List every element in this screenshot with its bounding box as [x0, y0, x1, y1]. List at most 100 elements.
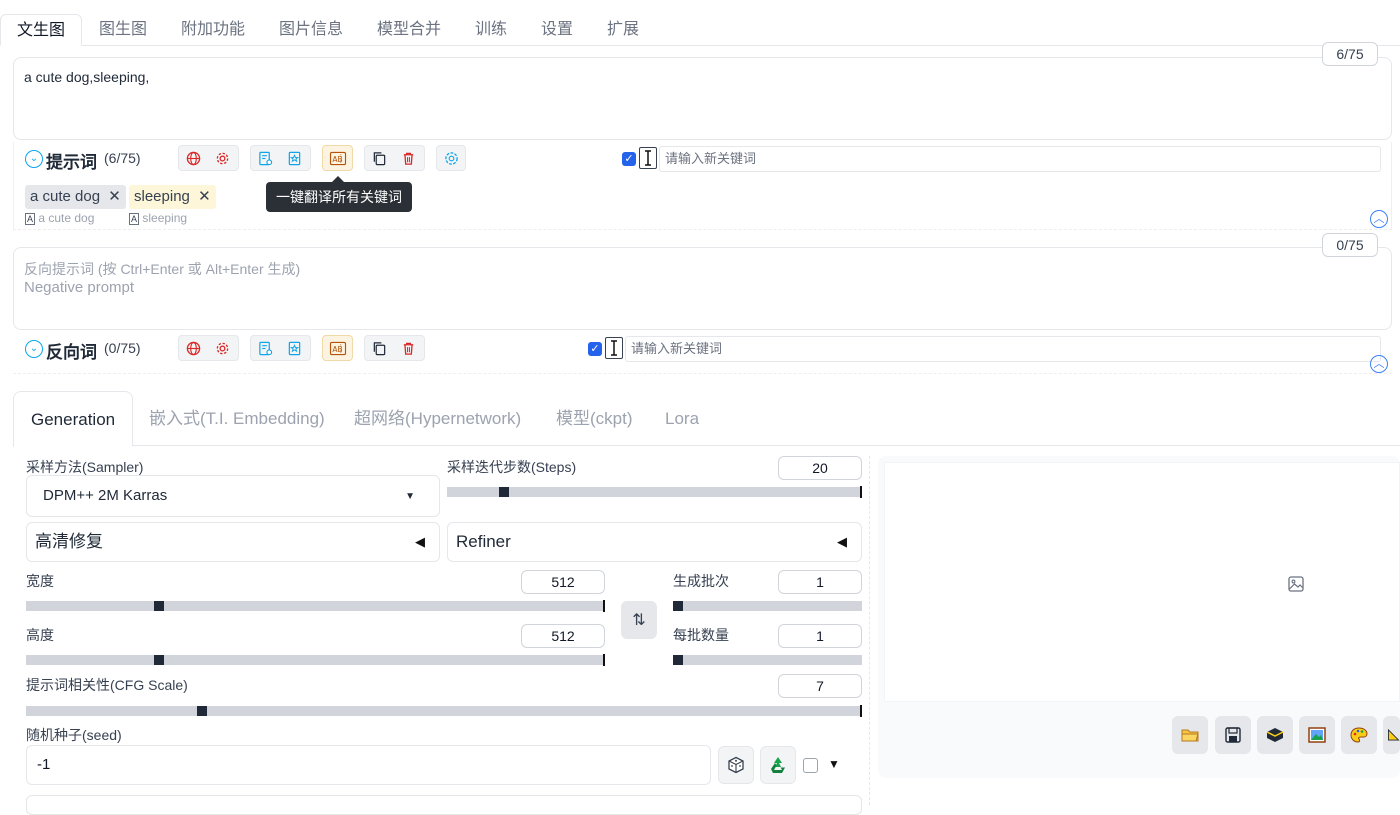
hires-fix-accordion[interactable]: 高清修复 ◀	[26, 522, 440, 562]
open-folder-button[interactable]	[1172, 716, 1208, 754]
chevron-up-icon[interactable]: ︿	[1370, 355, 1388, 373]
history-icon[interactable]	[251, 336, 280, 360]
random-seed-button[interactable]	[718, 746, 754, 784]
steps-input[interactable]: 20	[778, 456, 862, 480]
batch-size-slider-thumb[interactable]	[673, 655, 683, 665]
batch-count-slider-thumb[interactable]	[673, 601, 683, 611]
steps-slider-track[interactable]	[447, 487, 861, 497]
width-slider-track[interactable]	[26, 601, 604, 611]
translate-group	[178, 145, 239, 171]
prompt-text: a cute dog,sleeping,	[24, 69, 150, 85]
trash-icon[interactable]	[394, 146, 423, 170]
bookmark-icon[interactable]	[280, 336, 309, 360]
prompt-textarea[interactable]: a cute dog,sleeping,	[13, 57, 1392, 140]
main-tabbar: 文生图 图生图 附加功能 图片信息 模型合并 训练 设置 扩展	[0, 0, 1400, 46]
translate-icon[interactable]: AB	[322, 145, 353, 171]
tab-settings[interactable]: 设置	[525, 14, 589, 46]
batch-size-input[interactable]: 1	[778, 624, 862, 648]
triangle-left-icon: ◀	[415, 534, 425, 549]
tab-extras[interactable]: 附加功能	[165, 14, 261, 46]
text-cursor-icon[interactable]	[639, 147, 657, 169]
width-slider-thumb[interactable]	[154, 601, 164, 611]
openai-icon[interactable]	[436, 145, 466, 171]
copy-delete-group	[364, 145, 425, 171]
steps-label: 采样迭代步数(Steps)	[447, 459, 577, 475]
width-input[interactable]: 512	[521, 570, 605, 594]
close-icon[interactable]: ✕	[108, 188, 121, 205]
batch-count-input[interactable]: 1	[778, 570, 862, 594]
swap-dimensions-button[interactable]: ⇅	[621, 601, 657, 639]
tab-embedding[interactable]: 嵌入式(T.I. Embedding)	[132, 391, 342, 446]
copy-icon[interactable]	[365, 336, 394, 360]
close-icon[interactable]: ✕	[198, 188, 211, 205]
tooltip: 一键翻译所有关键词	[266, 176, 412, 212]
cfg-input[interactable]: 7	[778, 674, 862, 698]
tab-lora[interactable]: Lora	[648, 391, 716, 446]
negative-placeholder: Negative prompt	[24, 279, 135, 296]
tab-train[interactable]: 训练	[459, 14, 523, 46]
copy-icon[interactable]	[365, 146, 394, 170]
generation-tabbar: Generation 嵌入式(T.I. Embedding) 超网络(Hyper…	[13, 391, 1400, 447]
history-group	[250, 145, 311, 171]
trash-icon[interactable]	[394, 336, 423, 360]
extra-seed-checkbox[interactable]	[803, 758, 818, 773]
keyword-tag[interactable]: a cute dog ✕	[25, 185, 126, 209]
prompt-count: (6/75)	[104, 150, 141, 166]
gear-icon[interactable]	[208, 336, 237, 360]
cfg-label: 提示词相关性(CFG Scale)	[26, 677, 188, 693]
history-icon[interactable]	[251, 146, 280, 170]
collapse-prompt-icon[interactable]: ⌄	[25, 150, 43, 168]
send-to-img2img-button[interactable]	[1299, 716, 1335, 754]
save-button[interactable]	[1215, 716, 1251, 754]
package-icon	[1266, 728, 1284, 742]
send-to-extras-button[interactable]	[1383, 716, 1400, 754]
translate-icon[interactable]: AB	[322, 335, 353, 361]
tab-model-merge[interactable]: 模型合并	[361, 14, 457, 46]
tag-text: sleeping	[134, 188, 190, 205]
seed-input[interactable]: -1	[26, 745, 711, 785]
height-slider-thumb[interactable]	[154, 655, 164, 665]
sampler-select[interactable]: DPM++ 2M Karras ▼	[26, 475, 440, 517]
tab-txt2img[interactable]: 文生图	[0, 14, 83, 46]
height-input[interactable]: 512	[521, 624, 605, 648]
image-icon	[1288, 576, 1304, 592]
new-keyword-input[interactable]: 请输入新关键词	[659, 146, 1381, 172]
tab-checkpoint[interactable]: 模型(ckpt)	[539, 391, 650, 446]
tab-hypernetwork[interactable]: 超网络(Hypernetwork)	[337, 391, 538, 446]
ruler-icon	[1388, 728, 1400, 741]
slider-end	[603, 600, 605, 612]
collapse-negative-icon[interactable]: ⌄	[25, 340, 43, 358]
copy-delete-group	[364, 335, 425, 361]
cfg-slider-thumb[interactable]	[197, 706, 207, 716]
send-to-inpaint-button[interactable]	[1341, 716, 1377, 754]
dropdown-arrow-icon: ▼	[405, 491, 415, 502]
height-slider-track[interactable]	[26, 655, 604, 665]
cfg-slider-track[interactable]	[26, 706, 862, 716]
keyword-checkbox[interactable]: ✓	[588, 342, 602, 356]
steps-slider-thumb[interactable]	[499, 487, 509, 497]
reuse-seed-button[interactable]	[760, 746, 796, 784]
translate-icon: A	[25, 213, 36, 225]
tab-extensions[interactable]: 扩展	[591, 14, 655, 46]
batch-count-slider-track[interactable]	[673, 601, 862, 611]
globe-icon[interactable]	[179, 336, 208, 360]
bookmark-icon[interactable]	[280, 146, 309, 170]
tab-img2img[interactable]: 图生图	[83, 14, 163, 46]
slider-end	[860, 705, 862, 717]
tag-translation: A sleeping	[129, 211, 188, 225]
triangle-down-icon[interactable]: ▼	[828, 757, 840, 771]
batch-size-slider-track[interactable]	[673, 655, 862, 665]
tab-generation[interactable]: Generation	[13, 391, 134, 447]
refiner-accordion[interactable]: Refiner ◀	[447, 522, 862, 562]
chevron-up-icon[interactable]: ︿	[1370, 210, 1388, 228]
keyword-checkbox[interactable]: ✓	[622, 152, 636, 166]
globe-icon[interactable]	[179, 146, 208, 170]
tab-png-info[interactable]: 图片信息	[263, 14, 359, 46]
gear-icon[interactable]	[208, 146, 237, 170]
negative-prompt-textarea[interactable]: 反向提示词 (按 Ctrl+Enter 或 Alt+Enter 生成) Nega…	[13, 247, 1392, 330]
height-label: 高度	[26, 627, 54, 643]
text-cursor-icon[interactable]	[605, 337, 623, 359]
zip-button[interactable]	[1257, 716, 1293, 754]
new-keyword-input[interactable]: 请输入新关键词	[625, 336, 1381, 362]
keyword-tag[interactable]: sleeping ✕	[129, 185, 216, 209]
